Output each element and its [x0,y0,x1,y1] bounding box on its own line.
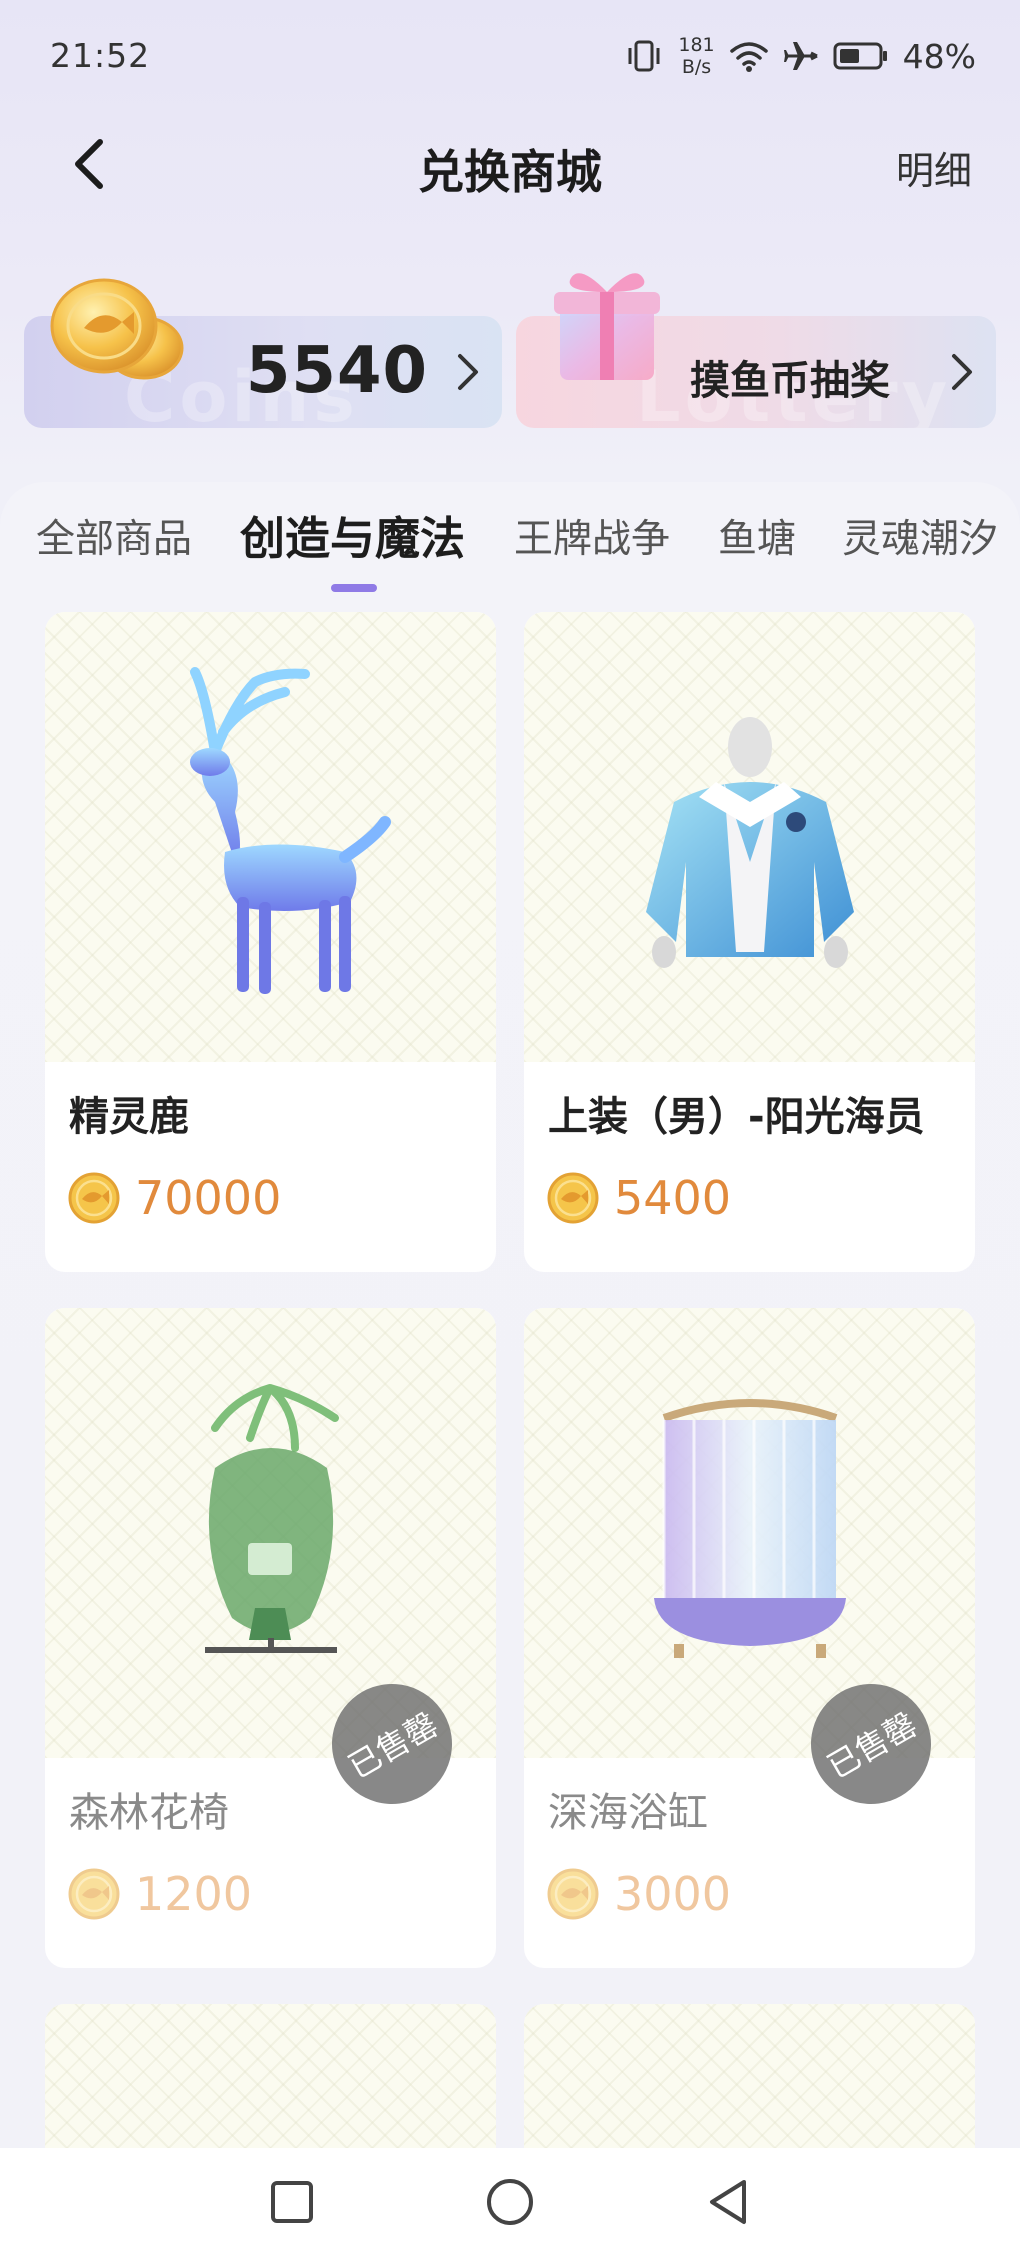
price-row: 5400 [546,1168,731,1228]
product-card[interactable]: 已售罄 深海浴缸 3000 [524,1308,975,1968]
product-card[interactable]: 上装（男）-阳光海员 5400 [524,612,975,1272]
page-title: 兑换商城 [418,145,602,199]
chevron-right-icon [952,354,972,390]
home-button[interactable] [480,2172,540,2232]
back-triangle-icon [710,2180,746,2224]
product-name: 森林花椅 [69,1790,229,1836]
tab-all-products[interactable]: 全部商品 [36,508,192,564]
tab-ace-war[interactable]: 王牌战争 [514,508,670,564]
battery-percent: 48% [902,36,976,76]
lottery-label: 摸鱼币抽奖 [690,358,890,404]
product-image-area [45,1308,496,1758]
product-price: 5400 [614,1171,732,1225]
active-tab-indicator [331,584,377,592]
net-speed-unit: B/s [681,56,712,78]
product-price: 70000 [135,1171,282,1225]
system-nav-bar [0,2148,1020,2255]
deep-sea-bathtub-image [654,1399,846,1658]
detail-link[interactable]: 明细 [896,140,972,195]
wifi-icon [729,42,768,72]
coin-balance: 5540 [245,334,428,408]
category-tabs: 全部商品 创造与魔法 王牌战争 鱼塘 灵魂潮汐 [0,506,1020,596]
fish-coin-icon [68,1868,120,1920]
product-card[interactable]: 已售罄 森林花椅 1200 [45,1308,496,1968]
price-row: 1200 [67,1864,252,1924]
net-speed: 181 B/s [678,34,714,78]
tab-soul-tide[interactable]: 灵魂潮汐 [842,508,998,564]
airplane-mode-icon [783,42,818,70]
product-image-area [524,1308,975,1758]
product-name: 精灵鹿 [69,1094,189,1140]
back-nav-button[interactable] [698,2172,758,2232]
fish-coin-icon [547,1868,599,1920]
status-time: 21:52 [50,36,151,75]
fish-coin-icon [547,1172,599,1224]
price-row: 70000 [67,1168,281,1228]
vibrate-icon [628,40,660,72]
fish-coin-stack-icon [50,278,184,380]
home-icon [487,2179,533,2225]
price-row: 3000 [546,1864,731,1924]
tab-creation-magic[interactable]: 创造与魔法 [240,506,465,567]
net-speed-value: 181 [678,34,715,56]
product-price: 1200 [135,1867,253,1921]
spirit-deer-image [190,667,391,994]
product-card[interactable]: 精灵鹿 70000 [45,612,496,1272]
fish-coin-icon [68,1172,120,1224]
chevron-right-icon [458,354,478,390]
gift-box-icon [554,273,660,380]
tab-fish-pond[interactable]: 鱼塘 [718,508,796,564]
product-image-area [45,612,496,1062]
product-name: 上装（男）-阳光海员 [548,1094,925,1140]
forest-flower-chair-image [205,1384,339,1653]
header: 兑换商城 明细 [0,120,1020,210]
recent-apps-icon [271,2181,313,2223]
product-price: 3000 [614,1867,732,1921]
status-bar: 21:52 181 B/s 48% [0,0,1020,110]
battery-icon [833,42,887,70]
status-icons: 181 B/s 48% [624,30,976,82]
recent-apps-button[interactable] [262,2172,322,2232]
product-image-area [524,612,975,1062]
sailor-jacket-image [646,717,854,968]
product-name: 深海浴缸 [548,1790,708,1836]
